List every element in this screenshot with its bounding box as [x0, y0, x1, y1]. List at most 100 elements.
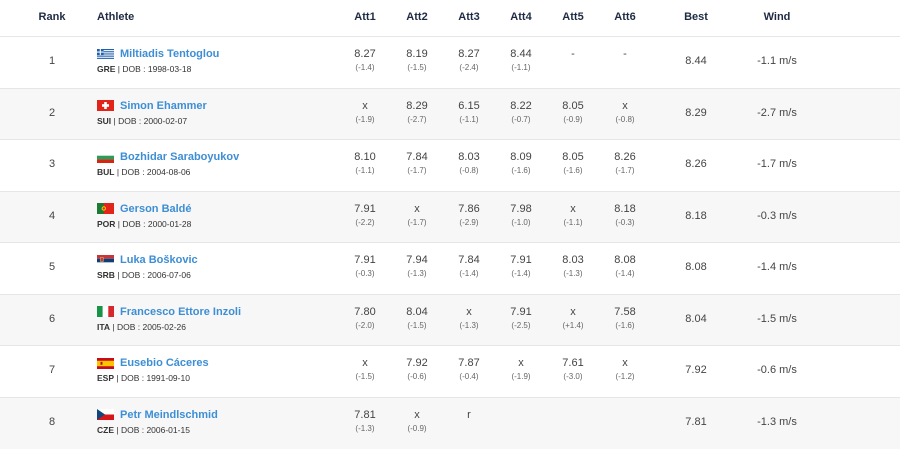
attempt-wind: (-0.8) — [458, 166, 479, 176]
table-row: 2Simon EhammerSUI | DOB : 2000-02-07x(-1… — [0, 89, 900, 141]
attempt-wind: (-3.0) — [562, 372, 583, 382]
greece-flag-icon — [97, 49, 114, 60]
table-header: Rank Athlete Att1 Att2 Att3 Att4 Att5 At… — [0, 0, 900, 37]
best-mark: 8.08 — [685, 261, 706, 273]
best-wind: -1.5 m/s — [757, 313, 797, 325]
attempt-mark: 8.10 — [354, 150, 375, 164]
header-athlete: Athlete — [97, 11, 134, 23]
attempt-1-cell: 8.10(-1.1) — [354, 150, 375, 176]
attempt-wind: (-1.7) — [614, 166, 635, 176]
athlete-name-link[interactable]: Luka Boškovic — [120, 254, 198, 266]
attempt-wind: (-1.6) — [562, 166, 583, 176]
best-wind: -0.3 m/s — [757, 210, 797, 222]
attempt-wind: (-1.7) — [406, 166, 427, 176]
attempt-6-cell: 8.26(-1.7) — [614, 150, 635, 176]
attempt-wind: (-1.3) — [562, 269, 583, 279]
attempt-wind: (-1.6) — [510, 166, 531, 176]
attempt-4-cell: 8.09(-1.6) — [510, 150, 531, 176]
attempt-4-cell: 8.22(-0.7) — [510, 99, 531, 125]
attempt-mark: 7.58 — [614, 305, 635, 319]
results-table: Rank Athlete Att1 Att2 Att3 Att4 Att5 At… — [0, 0, 900, 449]
attempt-mark: x — [615, 99, 634, 113]
athlete-dob: DOB : 2006-01-15 — [121, 425, 190, 435]
athlete-cell: Eusebio Cáceres ESP | DOB : 1991-09-10 — [97, 356, 209, 383]
athlete-name-link[interactable]: Francesco Ettore Inzoli — [120, 306, 241, 318]
country-code: SUI — [97, 116, 111, 126]
attempt-mark: 8.22 — [510, 99, 531, 113]
attempt-5-cell: 8.05 (-1.6) — [562, 150, 583, 176]
rank-cell: 2 — [49, 107, 55, 119]
attempt-mark: 7.80 — [354, 305, 375, 319]
attempt-2-cell: 7.84(-1.7) — [406, 150, 427, 176]
meta-separator: | — [114, 373, 121, 383]
attempt-mark: 8.05 — [562, 99, 583, 113]
serbia-flag-icon — [97, 255, 114, 266]
attempt-mark: x — [355, 99, 374, 113]
attempt-wind: (-1.7) — [407, 218, 426, 228]
attempt-6-cell: 7.58(-1.6) — [614, 305, 635, 331]
header-att4: Att4 — [510, 11, 531, 23]
attempt-3-cell: 7.86 (-2.9) — [458, 202, 479, 228]
rank-cell: 3 — [49, 158, 55, 170]
attempt-5-cell: x(+1.4) — [562, 305, 583, 331]
attempt-wind: (-1.4) — [510, 269, 531, 279]
attempt-6-cell: x(-0.8) — [615, 99, 634, 125]
athlete-name-link[interactable]: Gerson Baldé — [120, 203, 192, 215]
header-att2: Att2 — [406, 11, 427, 23]
attempt-wind: (-0.9) — [407, 424, 426, 434]
italy-flag-icon — [97, 306, 114, 317]
best-mark: 8.29 — [685, 107, 706, 119]
attempt-mark: 8.27 — [458, 47, 479, 61]
country-code: POR — [97, 219, 115, 229]
attempt-mark: 7.87 — [458, 356, 479, 370]
header-att6: Att6 — [614, 11, 635, 23]
attempt-mark: 7.91 — [510, 253, 531, 267]
attempt-mark: 7.94 — [406, 253, 427, 267]
attempt-mark: 8.04 — [406, 305, 427, 319]
meta-separator: | — [115, 270, 122, 280]
attempt-3-cell: 8.03(-0.8) — [458, 150, 479, 176]
attempt-5-cell: x(-1.1) — [563, 202, 582, 228]
country-code: GRE — [97, 64, 115, 74]
athlete-name-link[interactable]: Eusebio Cáceres — [120, 357, 209, 369]
athlete-cell: Gerson BaldéPOR | DOB : 2000-01-28 — [97, 202, 192, 229]
attempt-2-cell: 8.04(-1.5) — [406, 305, 427, 331]
attempt-mark: 7.61 — [562, 356, 583, 370]
attempt-1-cell: 8.27(-1.4) — [354, 47, 375, 73]
attempt-6-cell: - — [623, 47, 627, 63]
athlete-name-link[interactable]: Simon Ehammer — [120, 100, 207, 112]
attempt-mark: 7.86 — [458, 202, 479, 216]
best-mark: 7.92 — [685, 364, 706, 376]
attempt-mark: 8.29 — [406, 99, 427, 113]
athlete-cell: Luka BoškovicSRB | DOB : 2006-07-06 — [97, 253, 198, 280]
header-wind: Wind — [764, 11, 791, 23]
rank-cell: 8 — [49, 416, 55, 428]
header-att5: Att5 — [562, 11, 583, 23]
attempt-mark: 8.05 — [562, 150, 583, 164]
attempt-wind: (-2.9) — [458, 218, 479, 228]
athlete-name-link[interactable]: Miltiadis Tentoglou — [120, 48, 219, 60]
attempt-mark: 7.91 — [354, 202, 375, 216]
best-wind: -0.6 m/s — [757, 364, 797, 376]
attempt-mark: - — [623, 47, 627, 61]
attempt-wind: (-1.4) — [614, 269, 635, 279]
country-code: BUL — [97, 167, 114, 177]
best-wind: -1.7 m/s — [757, 158, 797, 170]
attempt-wind: (-1.3) — [459, 321, 478, 331]
attempt-mark: 6.15 — [458, 99, 479, 113]
best-wind: -1.1 m/s — [757, 55, 797, 67]
athlete-name-link[interactable]: Petr Meindlschmid — [120, 409, 218, 421]
attempt-3-cell: 7.87(-0.4) — [458, 356, 479, 382]
attempt-wind: (-1.5) — [355, 372, 374, 382]
athlete-name-link[interactable]: Bozhidar Saraboyukov — [120, 151, 239, 163]
attempt-2-cell: x(-0.9) — [407, 408, 426, 434]
attempt-6-cell: 8.18(-0.3) — [614, 202, 635, 228]
best-mark: 8.26 — [685, 158, 706, 170]
athlete-meta: ESP | DOB : 1991-09-10 — [97, 373, 209, 383]
table-row: 5Luka BoškovicSRB | DOB : 2006-07-067.91… — [0, 243, 900, 295]
attempt-wind: (-2.4) — [458, 63, 479, 73]
attempt-mark: x — [407, 202, 426, 216]
athlete-cell: Petr MeindlschmidCZE | DOB : 2006-01-15 — [97, 408, 218, 435]
attempt-5-cell: - — [571, 47, 575, 63]
athlete-dob: DOB : 2000-01-28 — [122, 219, 191, 229]
